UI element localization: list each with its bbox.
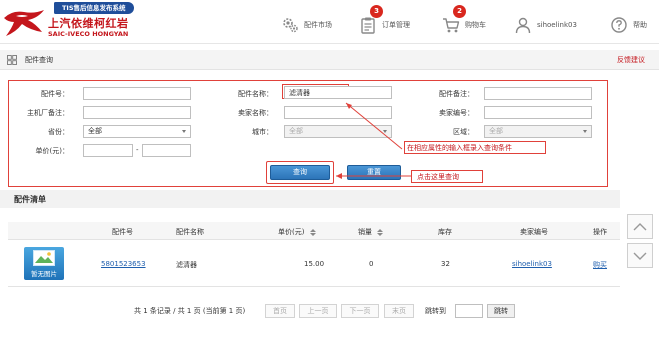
- col-sales[interactable]: 销量: [358, 227, 384, 237]
- last-page-button[interactable]: 末页: [384, 304, 414, 318]
- brand-logo[interactable]: TIS售后信息发布系统 上汽依维柯红岩 SAIC-IVECO HONGYAN: [2, 2, 152, 40]
- district-value: 全部: [489, 127, 503, 135]
- part-name-input[interactable]: [284, 86, 392, 99]
- search-button[interactable]: 查询: [270, 165, 330, 180]
- price-from-input[interactable]: [83, 144, 133, 157]
- hongyan-logo-icon: [4, 10, 44, 36]
- city-label: 城市：: [252, 128, 273, 136]
- part-no-input[interactable]: [83, 87, 191, 100]
- city-value: 全部: [289, 127, 303, 135]
- app-header: TIS售后信息发布系统 上汽依维柯红岩 SAIC-IVECO HONGYAN 配…: [0, 0, 659, 44]
- prev-page-button[interactable]: 上一页: [299, 304, 337, 318]
- col-stock: 库存: [438, 228, 452, 236]
- table-row: 暂无图片 5801523653 滤清器 15.00 0 32 sihoelink…: [8, 241, 620, 287]
- nav-order-management[interactable]: 3 订单管理: [359, 5, 410, 36]
- gear-icon: [283, 18, 298, 33]
- district-label: 区域：: [453, 128, 474, 136]
- cart-count-badge: 2: [453, 5, 466, 18]
- col-sales-label: 销量: [358, 228, 372, 236]
- nav-help-label: 帮助: [633, 21, 647, 29]
- annotation-arrows: [336, 102, 412, 179]
- breadcrumb-bar: 配件查询 反馈建议: [0, 50, 659, 70]
- brand-name-cn: 上汽依维柯红岩: [48, 17, 129, 30]
- price-to-input[interactable]: [142, 144, 191, 157]
- sort-icon: [309, 228, 316, 236]
- price-label: 单价(元)：: [35, 147, 69, 155]
- system-badge: TIS售后信息发布系统: [54, 2, 134, 14]
- list-header: 配件清单: [0, 190, 620, 208]
- part-remark-label: 配件备注：: [439, 90, 474, 98]
- jump-page-input[interactable]: [455, 304, 483, 318]
- order-count-badge: 3: [370, 5, 383, 18]
- next-page-button[interactable]: 下一页: [341, 304, 379, 318]
- seller-no-label: 卖家编号：: [439, 109, 474, 117]
- feedback-link[interactable]: 反馈建议: [617, 55, 645, 65]
- sort-icon: [377, 228, 384, 236]
- page-title: 配件查询: [25, 56, 53, 64]
- part-remark-input[interactable]: [484, 87, 592, 100]
- nav-order-management-label: 订单管理: [382, 21, 410, 29]
- province-label: 省份：: [48, 128, 69, 136]
- chevron-up-icon: [633, 223, 647, 231]
- pagination: 共 1 条记录 / 共 1 页 (当前第 1 页) 首页 上一页 下一页 末页 …: [0, 304, 659, 318]
- grid-icon: [7, 55, 17, 65]
- jump-label: 跳转到: [425, 307, 446, 315]
- help-icon: [611, 17, 627, 33]
- mfr-remark-label: 主机厂备注：: [27, 109, 69, 117]
- search-button-highlight: 查询: [266, 161, 334, 184]
- username-label: sihoelink03: [537, 21, 577, 29]
- district-select[interactable]: 全部: [484, 125, 592, 138]
- col-seller-no: 卖家编号: [520, 228, 548, 236]
- list-title: 配件清单: [14, 195, 46, 204]
- image-icon: [33, 250, 55, 266]
- nav-user[interactable]: sihoelink03: [514, 14, 577, 36]
- nav-cart[interactable]: 2 购物车: [442, 5, 486, 36]
- chevron-down-icon: [583, 130, 587, 133]
- col-price-label: 单价(元): [278, 228, 305, 236]
- scroll-down-button[interactable]: [627, 243, 653, 268]
- nav-help[interactable]: 帮助: [610, 14, 647, 36]
- stock-cell: 32: [441, 260, 450, 268]
- scroll-up-button[interactable]: [627, 214, 653, 239]
- table-header: 配件号 配件名称 单价(元) 销量 库存 卖家编号 操作: [8, 222, 620, 240]
- price-cell: 15.00: [304, 260, 325, 268]
- province-value: 全部: [88, 127, 102, 135]
- province-select[interactable]: 全部: [83, 125, 191, 138]
- user-icon: [515, 17, 531, 34]
- nav-parts-market[interactable]: 配件市场: [281, 14, 332, 36]
- seller-no-link[interactable]: sihoelink03: [512, 260, 560, 268]
- chevron-down-icon: [633, 252, 647, 260]
- no-image-label: 暂无图片: [31, 270, 57, 278]
- first-page-button[interactable]: 首页: [265, 304, 295, 318]
- col-part-no: 配件号: [112, 228, 133, 236]
- sales-cell: 0: [369, 260, 374, 268]
- buy-link[interactable]: 购买: [593, 260, 607, 270]
- part-name-cell: 滤清器: [176, 261, 197, 269]
- price-range-separator: -: [136, 146, 139, 154]
- col-part-name: 配件名称: [176, 228, 204, 236]
- annotation-button-text: 点击这里查询: [417, 173, 459, 181]
- cart-icon: [443, 18, 460, 33]
- part-name-label: 配件名称：: [238, 90, 273, 98]
- brand-name-en: SAIC-IVECO HONGYAN: [48, 30, 129, 38]
- part-image-placeholder[interactable]: 暂无图片: [24, 247, 64, 280]
- col-price[interactable]: 单价(元): [278, 227, 316, 237]
- jump-button[interactable]: 跳转: [487, 304, 515, 318]
- col-action: 操作: [593, 228, 607, 236]
- query-panel: 配件号： 配件名称： 配件备注： 主机厂备注： 卖家名称： 卖家编号： 省份： …: [8, 80, 608, 187]
- nav-parts-market-label: 配件市场: [304, 21, 332, 29]
- annotation-input-text: 在相应属性的输入框录入查询条件: [407, 144, 512, 152]
- nav-cart-label: 购物车: [465, 21, 486, 29]
- seller-name-label: 卖家名称：: [238, 109, 273, 117]
- clipboard-icon: [361, 17, 375, 34]
- chevron-down-icon: [182, 130, 186, 133]
- pager-summary: 共 1 条记录 / 共 1 页 (当前第 1 页): [134, 307, 246, 315]
- mfr-remark-input[interactable]: [83, 106, 191, 119]
- part-no-label: 配件号：: [41, 90, 69, 98]
- seller-no-input[interactable]: [484, 106, 592, 119]
- part-no-link[interactable]: 5801523653: [101, 260, 146, 268]
